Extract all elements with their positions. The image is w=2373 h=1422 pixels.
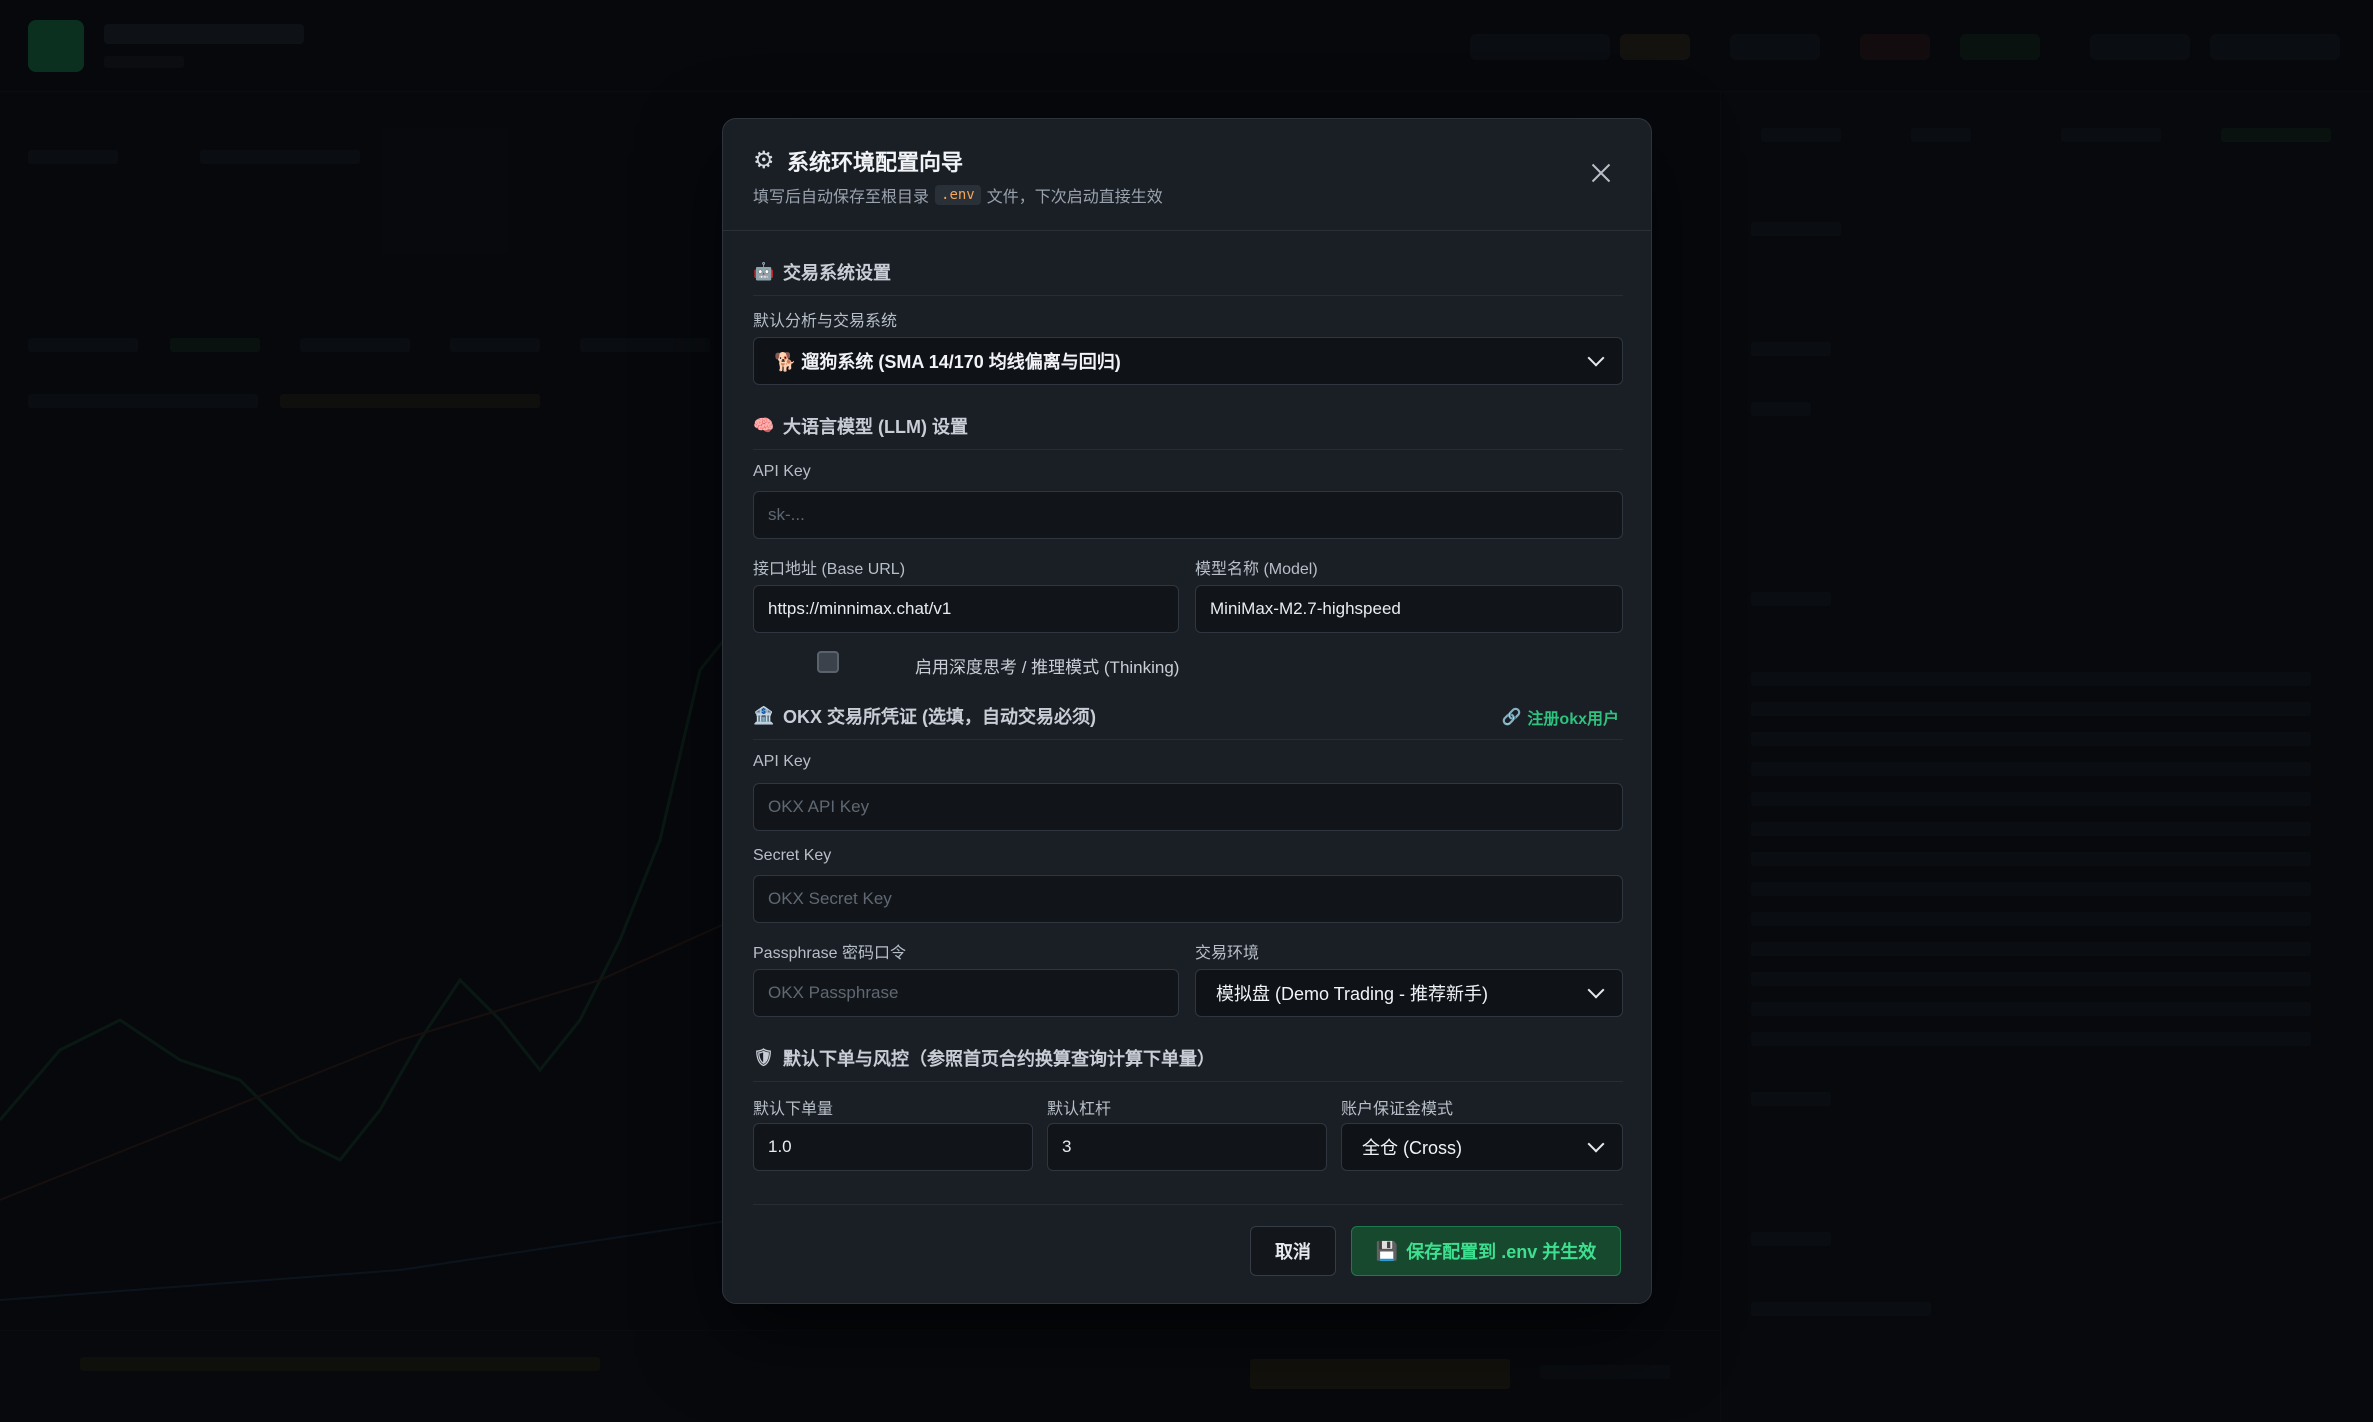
leverage-input[interactable]: 3	[1047, 1123, 1327, 1171]
margin-mode-select[interactable]: 全仓 (Cross)	[1341, 1123, 1623, 1171]
save-button[interactable]: 💾 保存配置到 .env 并生效	[1351, 1226, 1621, 1276]
okx-env-selected: 模拟盘 (Demo Trading - 推荐新手)	[1216, 984, 1489, 1004]
okx-secret-label: Secret Key	[753, 847, 832, 864]
okx-env-select[interactable]: 模拟盘 (Demo Trading - 推荐新手)	[1195, 969, 1623, 1017]
section-okx: 🏦 OKX 交易所凭证 (选填，自动交易必须)	[753, 703, 1623, 740]
trading-system-select[interactable]: 🐕 遛狗系统 (SMA 14/170 均线偏离与回归)	[753, 337, 1623, 385]
register-okx-link[interactable]: 🔗 注册okx用户	[1502, 705, 1620, 729]
modal-header: ⚙ 系统环境配置向导 填写后自动保存至根目录 .env 文件，下次启动直接生效	[723, 119, 1651, 231]
bank-icon: 🏦	[753, 706, 775, 725]
thinking-checkbox-label: 启用深度思考 / 推理模式 (Thinking)	[915, 658, 1180, 677]
okx-api-key-label: API Key	[753, 753, 811, 770]
okx-env-label: 交易环境	[1195, 945, 1260, 962]
order-size-input[interactable]: 1.0	[753, 1123, 1033, 1171]
gear-icon: ⚙	[753, 147, 775, 174]
llm-api-key-label: API Key	[753, 463, 811, 480]
section-llm: 🧠 大语言模型 (LLM) 设置	[753, 413, 1623, 450]
brain-icon: 🧠	[753, 416, 775, 435]
save-button-label: 保存配置到 .env 并生效	[1406, 1242, 1597, 1262]
register-okx-link-text: 注册okx用户	[1527, 711, 1619, 728]
order-size-label: 默认下单量	[753, 1101, 834, 1118]
trading-system-selected: 🐕 遛狗系统 (SMA 14/170 均线偏离与回归)	[774, 352, 1121, 372]
footer-divider	[753, 1204, 1623, 1205]
leverage-label: 默认杠杆	[1047, 1101, 1112, 1118]
llm-api-key-input[interactable]: sk-...	[753, 491, 1623, 539]
okx-secret-input[interactable]: OKX Secret Key	[753, 875, 1623, 923]
modal-title-text: 系统环境配置向导	[787, 150, 964, 175]
base-url-label: 接口地址 (Base URL)	[753, 561, 906, 578]
modal-subtitle-text-after: 文件，下次启动直接生效	[986, 189, 1163, 206]
trading-system-label: 默认分析与交易系统	[753, 313, 898, 330]
margin-mode-label: 账户保证金模式	[1341, 1101, 1454, 1118]
section-risk: 🛡 默认下单与风控（参照首页合约换算查询计算下单量）	[753, 1045, 1623, 1082]
modal-subtitle-text: 填写后自动保存至根目录	[753, 189, 930, 206]
floppy-disk-icon: 💾	[1375, 1240, 1399, 1261]
margin-mode-selected: 全仓 (Cross)	[1362, 1138, 1462, 1158]
okx-passphrase-label: Passphrase 密码口令	[753, 945, 906, 962]
model-label: 模型名称 (Model)	[1195, 561, 1318, 578]
cancel-button[interactable]: 取消	[1250, 1226, 1336, 1276]
robot-icon: 🤖	[753, 262, 775, 281]
section-trading-system-title: 交易系统设置	[783, 263, 891, 283]
base-url-input[interactable]: https://minnimax.chat/v1	[753, 585, 1179, 633]
modal-title: ⚙ 系统环境配置向导	[753, 145, 963, 177]
modal-subtitle: 填写后自动保存至根目录 .env 文件，下次启动直接生效	[753, 183, 1163, 207]
okx-api-key-input[interactable]: OKX API Key	[753, 783, 1623, 831]
section-llm-title: 大语言模型 (LLM) 设置	[783, 417, 968, 437]
shield-icon: 🛡	[753, 1048, 775, 1067]
okx-passphrase-input[interactable]: OKX Passphrase	[753, 969, 1179, 1017]
link-icon: 🔗	[1501, 709, 1522, 726]
env-config-modal: ⚙ 系统环境配置向导 填写后自动保存至根目录 .env 文件，下次启动直接生效 …	[722, 118, 1652, 1304]
thinking-checkbox[interactable]	[817, 651, 839, 673]
chevron-down-icon	[1587, 1135, 1605, 1153]
close-icon[interactable]	[1587, 159, 1615, 187]
cancel-button-label: 取消	[1275, 1242, 1311, 1262]
section-trading-system: 🤖 交易系统设置	[753, 259, 1623, 296]
env-file-code: .env	[935, 185, 981, 205]
model-input[interactable]: MiniMax-M2.7-highspeed	[1195, 585, 1623, 633]
chevron-down-icon	[1587, 349, 1605, 367]
section-okx-title: OKX 交易所凭证 (选填，自动交易必须)	[783, 707, 1096, 727]
chevron-down-icon	[1587, 981, 1605, 999]
section-risk-title: 默认下单与风控（参照首页合约换算查询计算下单量）	[783, 1049, 1215, 1069]
